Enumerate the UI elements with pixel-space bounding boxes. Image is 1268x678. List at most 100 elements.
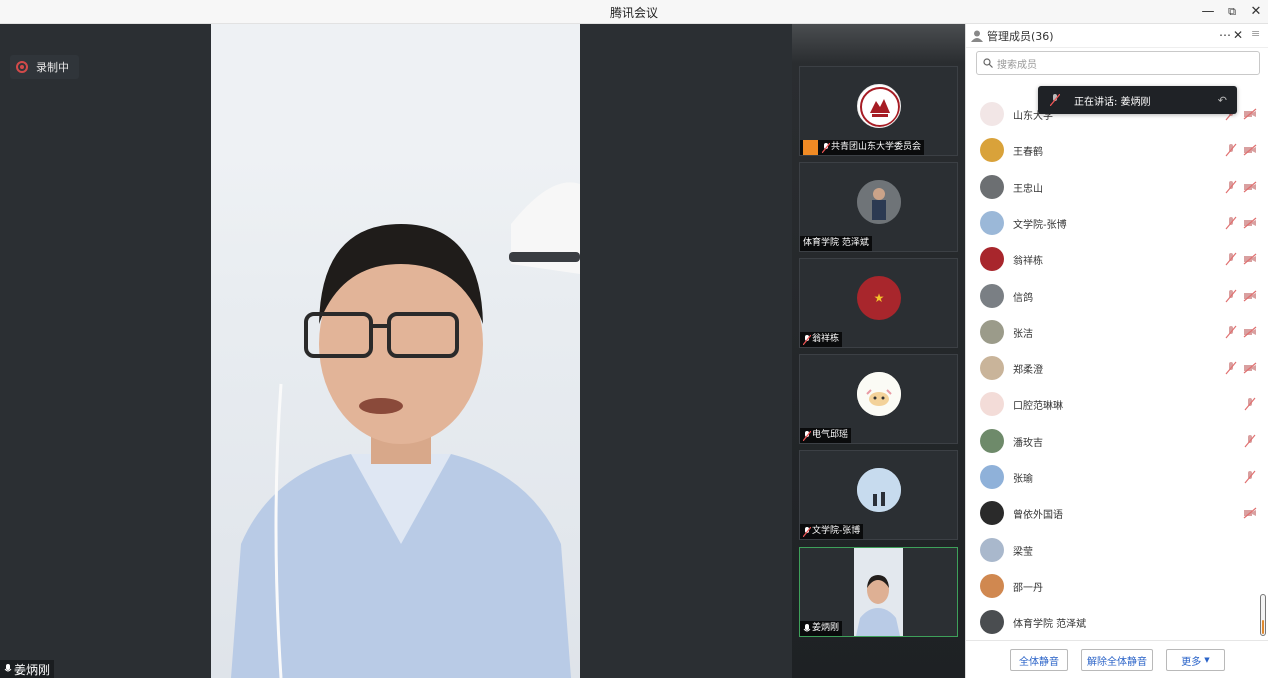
member-row[interactable]: 梁莹: [966, 532, 1268, 568]
minimize-icon[interactable]: —: [1198, 2, 1218, 22]
member-avatar: [980, 102, 1004, 126]
avatar: [857, 372, 901, 416]
window-title: 腾讯会议: [609, 6, 658, 20]
member-name: 张瑜: [1013, 474, 1033, 485]
member-row[interactable]: 翁祥栋: [966, 241, 1268, 277]
camera-off-icon[interactable]: [1243, 143, 1257, 157]
muted-microphone-icon[interactable]: [1224, 216, 1238, 230]
close-panel-icon[interactable]: ✕: [1233, 28, 1243, 42]
member-row[interactable]: 王忠山: [966, 169, 1268, 205]
member-row[interactable]: 潘玫吉: [966, 423, 1268, 459]
video-tile[interactable]: 共青团山东大学委员会: [799, 66, 958, 156]
main-speaker-name: 姜炳刚: [14, 662, 51, 677]
more-button-label: 更多: [1181, 656, 1202, 668]
camera-off-icon[interactable]: [1243, 216, 1257, 230]
camera-off-icon[interactable]: [1243, 325, 1257, 339]
panel-title: 管理成员(36): [987, 29, 1054, 43]
video-tile[interactable]: ★ 翁祥栋: [799, 258, 958, 348]
menu-icon[interactable]: ≡: [1251, 27, 1260, 40]
camera-off-icon[interactable]: [1243, 252, 1257, 266]
search-input[interactable]: 搜索成员: [976, 51, 1260, 75]
member-name: 潘玫吉: [1013, 437, 1043, 449]
speaker-video-frame: [211, 24, 580, 678]
muted-microphone-icon[interactable]: [1224, 325, 1238, 339]
camera-off-icon[interactable]: [1243, 506, 1257, 520]
member-avatar: [980, 501, 1004, 526]
microphone-icon: [803, 623, 811, 631]
member-name: 体育学院 范泽斌: [1013, 619, 1087, 631]
muted-microphone-icon[interactable]: [1224, 361, 1238, 375]
more-options-icon[interactable]: ⋯: [1219, 28, 1231, 42]
member-avatar: [980, 210, 1004, 235]
member-row[interactable]: 郑柔澄: [966, 350, 1268, 386]
muted-microphone-icon: [1050, 94, 1060, 106]
member-avatar: [980, 610, 1004, 635]
member-avatar: [980, 428, 1004, 453]
restore-icon[interactable]: ⧉: [1222, 2, 1242, 22]
member-row[interactable]: 体育学院 范泽斌: [966, 604, 1268, 640]
undo-icon[interactable]: ↶: [1218, 94, 1227, 107]
member-avatar: [980, 392, 1004, 417]
member-name: 王忠山: [1013, 183, 1043, 195]
member-avatar: [980, 573, 1004, 598]
title-bar: 腾讯会议 — ⧉ ✕: [0, 0, 1268, 24]
camera-off-icon[interactable]: [1243, 180, 1257, 194]
tile-label: 文学院-张博: [800, 524, 864, 539]
tile-label: 电气邱瑶: [800, 428, 852, 443]
member-row[interactable]: 信鸽: [966, 278, 1268, 314]
more-button[interactable]: 更多 ▼: [1166, 649, 1225, 671]
mute-all-button[interactable]: 全体静音: [1010, 649, 1068, 671]
panel-footer: 全体静音 解除全体静音 更多 ▼: [966, 640, 1268, 678]
tile-name: 共青团山东大学委员会: [831, 142, 922, 152]
member-row[interactable]: 邵一丹: [966, 568, 1268, 604]
camera-off-icon[interactable]: [1243, 361, 1257, 375]
member-name: 邵一丹: [1013, 582, 1043, 594]
muted-microphone-icon[interactable]: [1224, 289, 1238, 303]
muted-microphone-icon[interactable]: [1224, 143, 1238, 157]
member-avatar: [980, 537, 1004, 562]
muted-microphone-icon: [803, 430, 811, 441]
member-name: 翁祥栋: [1013, 256, 1043, 268]
member-row[interactable]: 张洁: [966, 314, 1268, 350]
video-tile[interactable]: 文学院-张博: [799, 450, 958, 540]
avatar: [857, 180, 901, 224]
member-row[interactable]: 曾依外国语: [966, 495, 1268, 531]
member-avatar: [980, 138, 1004, 163]
camera-off-icon[interactable]: [1243, 107, 1257, 121]
member-name: 口腔范琳琳: [1013, 401, 1063, 413]
member-name: 王春鹤: [1013, 147, 1043, 159]
member-name: 曾依外国语: [1013, 510, 1063, 522]
unmute-all-button[interactable]: 解除全体静音: [1081, 649, 1153, 671]
muted-microphone-icon[interactable]: [1243, 434, 1257, 448]
recording-indicator[interactable]: 录制中: [10, 55, 79, 79]
search-placeholder: 搜索成员: [997, 59, 1037, 71]
member-row[interactable]: 王春鹤: [966, 132, 1268, 168]
video-tile[interactable]: 电气邱瑶: [799, 354, 958, 444]
chevron-down-icon: ▼: [1204, 656, 1210, 664]
member-avatar: [980, 465, 1004, 489]
tile-label: 姜炳刚: [800, 621, 843, 636]
video-tile-active[interactable]: 姜炳刚: [799, 547, 958, 637]
muted-microphone-icon[interactable]: [1224, 180, 1238, 194]
tile-name: 文学院-张博: [812, 526, 861, 536]
tile-name: 体育学院 范泽斌: [803, 238, 869, 248]
muted-microphone-icon[interactable]: [1243, 470, 1257, 484]
video-tile[interactable]: 体育学院 范泽斌: [799, 162, 958, 252]
muted-microphone-icon[interactable]: [1243, 397, 1257, 411]
member-row[interactable]: 文学院-张博: [966, 205, 1268, 241]
camera-off-icon[interactable]: [1243, 289, 1257, 303]
member-row[interactable]: 张瑜: [966, 459, 1268, 495]
close-window-icon[interactable]: ✕: [1246, 2, 1266, 22]
speaking-toast: 正在讲话: 姜炳刚 ↶: [1038, 86, 1237, 114]
scrollbar[interactable]: [1260, 594, 1266, 636]
main-video[interactable]: [211, 24, 580, 678]
member-avatar: [980, 356, 1004, 381]
speaker-thumbnail: [854, 548, 903, 636]
panel-header: 管理成员(36) ⋯ ✕ ≡: [966, 24, 1268, 48]
main-speaker-label: 姜炳刚: [0, 660, 55, 678]
muted-microphone-icon: [803, 526, 811, 537]
member-avatar: [980, 319, 1004, 344]
member-row[interactable]: 口腔范琳琳: [966, 386, 1268, 422]
muted-microphone-icon[interactable]: [1224, 252, 1238, 266]
member-avatar: [980, 247, 1004, 272]
